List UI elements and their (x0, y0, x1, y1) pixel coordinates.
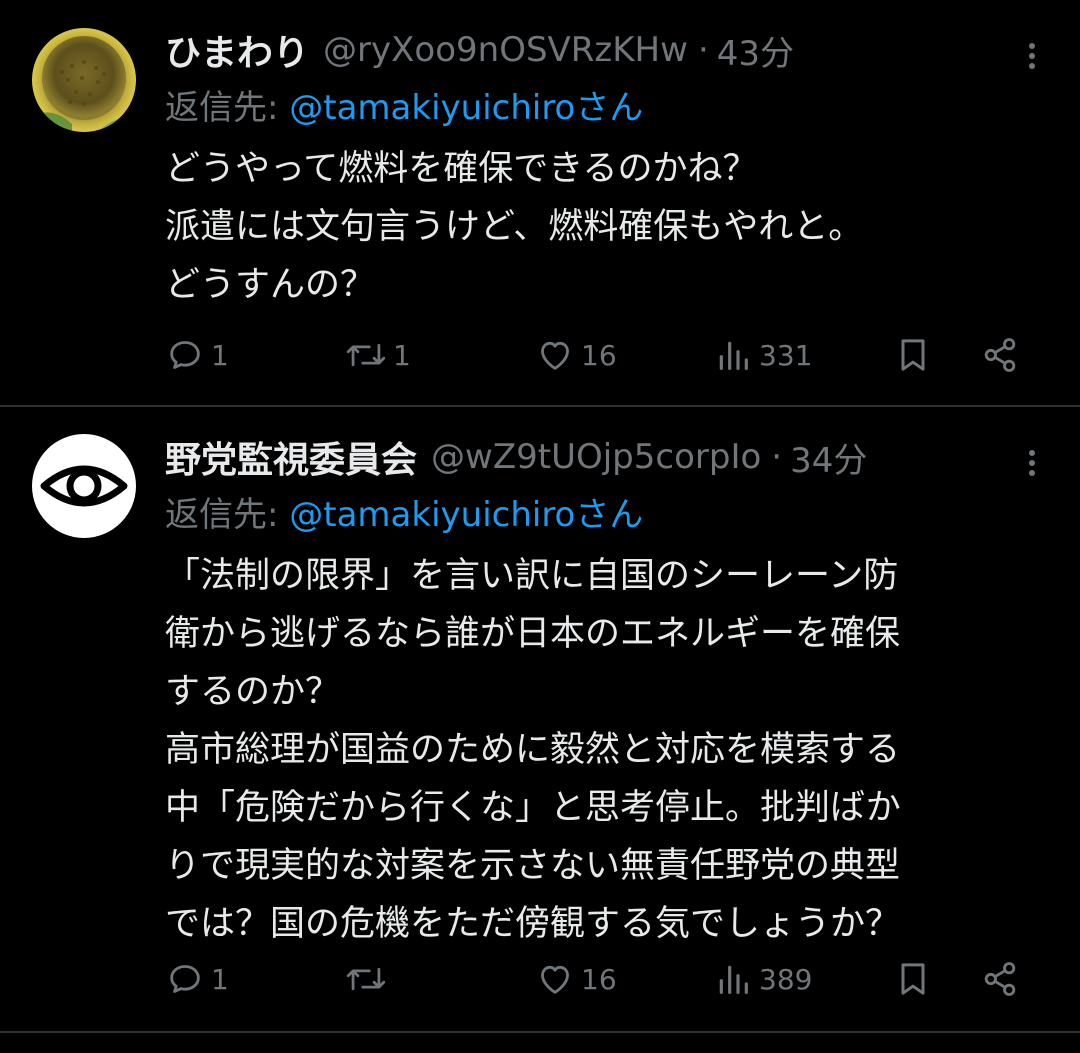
repost-count: 1 (393, 338, 411, 372)
reply-count: 1 (211, 338, 229, 372)
user-handle[interactable]: @wZ9tUOjp5corpIo (431, 437, 761, 477)
avatar[interactable] (32, 434, 136, 538)
tweet-text-line: 中「危険だから行くな」と思考停止。批判ばか (165, 788, 901, 828)
reply-button[interactable]: 1 (165, 949, 229, 1009)
tweet-text-line: では？国の危機をただ傍観する気でしょうか？ (165, 904, 901, 944)
tweet-text-line: どうやって燃料を確保できるのかね？ (165, 149, 758, 189)
display-name[interactable]: ひまわり (165, 24, 309, 76)
repost-icon (346, 343, 386, 367)
views-chart-icon (719, 341, 748, 370)
view-count: 331 (759, 338, 813, 372)
display-name[interactable]: 野党監視委員会 (165, 431, 417, 483)
reply-prefix: 返信先: (165, 495, 290, 535)
share-icon (984, 338, 1016, 372)
user-handle[interactable]: @ryXoo9nOSVRzKHw (323, 30, 688, 70)
tweet-text-line: りで現実的な対案を示さない無責任野党の典型 (165, 846, 901, 886)
share-button[interactable] (980, 325, 1020, 385)
tweet-text: 「法制の限界」を言い訳に自国のシーレーン防 衛から逃げるなら誰が日本のエネルギー… (165, 547, 1052, 953)
heart-icon (541, 341, 569, 370)
timestamp[interactable]: 43分 (717, 26, 794, 75)
reply-count: 1 (211, 962, 229, 996)
eye-avatar-icon (32, 434, 136, 538)
reply-mention-link[interactable]: @tamakiyuichiroさん (289, 88, 643, 128)
tweet-content: 野党監視委員会 @wZ9tUOjp5corpIo · 34分 返信先: @tam… (165, 429, 1052, 953)
like-count: 16 (581, 338, 617, 372)
separator-dot: · (771, 437, 783, 477)
share-icon (984, 962, 1016, 996)
views-chart-icon (719, 965, 748, 994)
tweet-text: どうやって燃料を確保できるのかね？ 派遣には文句言うけど、燃料確保もやれと。 ど… (165, 140, 1052, 314)
separator-dot: · (697, 30, 709, 70)
tweet-text-line: 高市総理が国益のために毅然と対応を模索する (165, 730, 901, 770)
reply-icon (170, 965, 200, 993)
sunflower-avatar-icon (32, 28, 136, 132)
tweet-text-line: 衛から逃げるなら誰が日本のエネルギーを確保 (165, 614, 901, 654)
reply-prefix: 返信先: (165, 88, 290, 128)
more-options-icon[interactable] (1012, 443, 1052, 483)
reply-button[interactable]: 1 (165, 325, 229, 385)
timestamp[interactable]: 34分 (790, 433, 867, 482)
more-options-icon[interactable] (1012, 36, 1052, 76)
bookmark-icon (901, 339, 925, 371)
tweet-text-line: どうすんの？ (165, 265, 376, 305)
like-button[interactable]: 16 (535, 325, 617, 385)
repost-button[interactable] (345, 949, 393, 1009)
tweet-text-line: するのか？ (165, 672, 341, 712)
tweet-content: ひまわり @ryXoo9nOSVRzKHw · 43分 返信先: @tamaki… (165, 22, 1052, 314)
timeline: ひまわり @ryXoo9nOSVRzKHw · 43分 返信先: @tamaki… (0, 0, 1080, 1053)
like-count: 16 (581, 962, 617, 996)
bookmark-icon (901, 963, 925, 995)
views-button[interactable]: 331 (713, 325, 812, 385)
view-count: 389 (759, 962, 813, 996)
reply-mention-link[interactable]: @tamakiyuichiroさん (289, 495, 643, 535)
like-button[interactable]: 16 (535, 949, 617, 1009)
repost-button[interactable]: 1 (345, 325, 411, 385)
tweet-text-line: 派遣には文句言うけど、燃料確保もやれと。 (165, 207, 864, 247)
reply-icon (170, 341, 200, 369)
reply-context: 返信先: @tamakiyuichiroさん (165, 82, 1052, 134)
reply-context: 返信先: @tamakiyuichiroさん (165, 489, 1052, 541)
share-button[interactable] (980, 949, 1020, 1009)
avatar[interactable] (32, 28, 136, 132)
tweet-text-line: 「法制の限界」を言い訳に自国のシーレーン防 (165, 556, 899, 596)
tweet[interactable]: ひまわり @ryXoo9nOSVRzKHw · 43分 返信先: @tamaki… (0, 0, 1080, 407)
bookmark-button[interactable] (893, 949, 933, 1009)
heart-icon (541, 965, 569, 994)
repost-icon (346, 967, 386, 991)
tweet[interactable]: 野党監視委員会 @wZ9tUOjp5corpIo · 34分 返信先: @tam… (0, 407, 1080, 1033)
tweet-actions: 1 1 16 331 (165, 325, 1052, 385)
views-button[interactable]: 389 (713, 949, 812, 1009)
bookmark-button[interactable] (893, 325, 933, 385)
tweet-header: 野党監視委員会 @wZ9tUOjp5corpIo · 34分 (165, 429, 1052, 485)
tweet-actions: 1 16 389 (165, 949, 1052, 1009)
tweet-header: ひまわり @ryXoo9nOSVRzKHw · 43分 (165, 22, 1052, 78)
